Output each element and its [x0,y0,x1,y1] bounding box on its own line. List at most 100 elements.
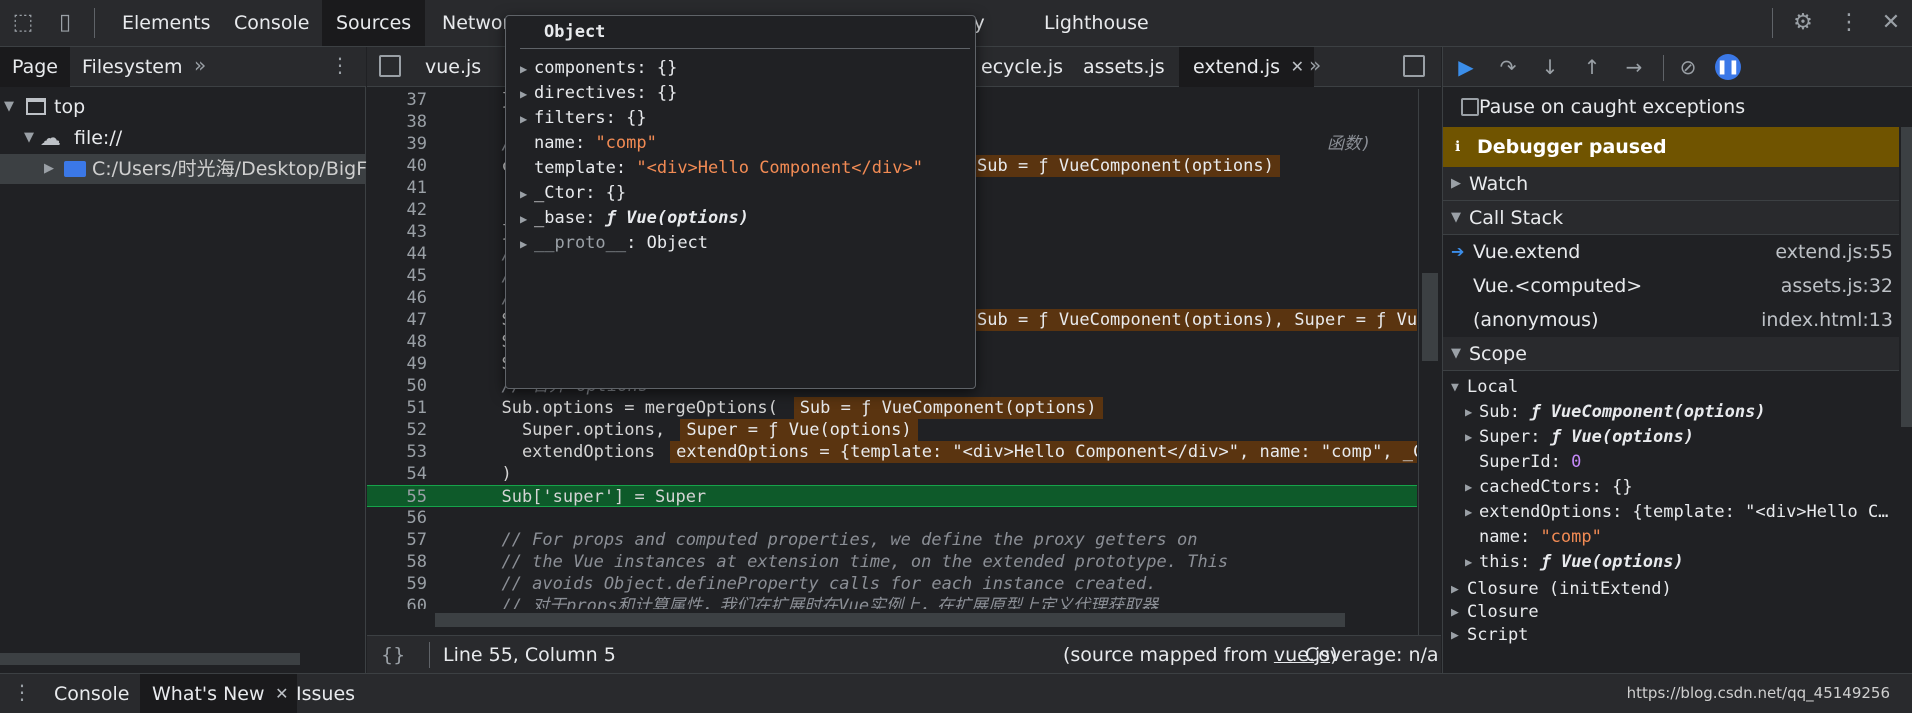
vertical-scrollbar[interactable] [1418,89,1441,635]
more-options-icon[interactable]: ⋮ [330,53,350,77]
scope-variable[interactable]: ▶ this: ƒ Vue(options) [1443,550,1899,575]
code-line[interactable]: 53 extendOptions extendOptions = {templat… [367,441,1417,463]
drawer-tab-whats-new[interactable]: What's New ✕ [140,674,297,713]
tree-item-folder[interactable]: ▶ C:/Users/时光海/Desktop/BigFron [0,154,397,184]
more-tabs-icon[interactable]: » [194,53,206,77]
line-number[interactable]: 38 [367,111,427,133]
close-icon[interactable]: ✕ [1878,10,1904,36]
code-line[interactable]: 60 // 对于props和计算属性，我们在扩展时在Vue实例上，在扩展原型上定… [367,595,1417,609]
file-tab-vue[interactable]: vue.js [411,47,495,87]
line-number[interactable]: 54 [367,463,427,485]
line-number[interactable]: 60 [367,595,427,609]
line-number[interactable]: 55 [367,486,427,508]
code-line[interactable]: 58 // the Vue instances at extension tim… [367,551,1417,573]
scope-variable[interactable]: ▶ cachedCtors: {} [1443,475,1899,500]
popover-property[interactable]: ▶ _base: ƒ Vue(options) [520,206,749,231]
line-number[interactable]: 47 [367,309,427,331]
line-number[interactable]: 40 [367,155,427,177]
call-frame[interactable]: (anonymous) index.html:13 [1443,303,1899,337]
line-number[interactable]: 46 [367,287,427,309]
more-tabs-icon[interactable]: » [1309,53,1321,77]
line-number[interactable]: 59 [367,573,427,595]
scope-closure[interactable]: ▶ Closure (initExtend) [1443,577,1899,602]
code-line[interactable]: 51 Sub.options = mergeOptions(Sub = ƒ Vu… [367,397,1417,419]
horizontal-scrollbar[interactable] [0,653,300,665]
drawer-tab-issues[interactable]: Issues [284,674,367,713]
popover-property[interactable]: ▶ directives: {} [520,81,677,106]
drawer-tab-console[interactable]: Console [42,674,141,713]
toggle-navigator-icon[interactable] [379,55,401,77]
deactivate-breakpoints-icon[interactable]: ⊘ [1675,54,1701,80]
gear-icon[interactable]: ⚙ [1790,10,1816,36]
line-number[interactable]: 49 [367,353,427,375]
line-number[interactable]: 58 [367,551,427,573]
checkbox[interactable] [1461,98,1479,116]
horizontal-scrollbar[interactable] [435,613,1345,627]
variable-colon: : [1509,402,1531,422]
step-into-icon[interactable]: ↓ [1537,54,1563,80]
expand-arrow-icon: ▶ [520,112,528,126]
file-tab-lifecycle[interactable]: ecycle.js [967,47,1077,87]
popover-property[interactable]: ▶ filters: {} [520,106,647,131]
tab-page[interactable]: Page [0,47,70,87]
line-number[interactable]: 48 [367,331,427,353]
line-number[interactable]: 57 [367,529,427,551]
pause-on-caught-exceptions[interactable]: Pause on caught exceptions [1443,87,1899,127]
file-tab-assets[interactable]: assets.js [1069,47,1179,87]
code-line[interactable]: 54 ) [367,463,1417,485]
tab-sources[interactable]: Sources [322,0,426,46]
line-number[interactable]: 45 [367,265,427,287]
line-number[interactable]: 39 [367,133,427,155]
pretty-print-button[interactable]: {} [381,636,405,674]
pause-on-exceptions-icon[interactable]: ❚❚ [1715,54,1741,80]
tab-filesystem[interactable]: Filesystem [70,47,194,87]
line-number[interactable]: 41 [367,177,427,199]
line-number[interactable]: 44 [367,243,427,265]
scrollbar-thumb[interactable] [1422,273,1438,361]
step-out-icon[interactable]: ↑ [1579,54,1605,80]
line-number[interactable]: 53 [367,441,427,463]
popover-property[interactable]: ▶ _Ctor: {} [520,181,626,206]
code-line[interactable]: 57 // For props and computed properties,… [367,529,1417,551]
scope-closure[interactable]: ▶ Script [1443,623,1899,648]
code-line[interactable]: 55 Sub['super'] = Super [367,485,1417,507]
sidebar-scrollbar[interactable] [1901,127,1912,427]
scope-closure[interactable]: ▶ Closure [1443,600,1899,625]
line-number[interactable]: 37 [367,89,427,111]
scope-variable[interactable]: ▶ extendOptions: {template: "<div>Hello C… [1443,500,1899,525]
more-options-icon[interactable]: ⋮ [1836,10,1862,36]
watermark-text: https://blog.csdn.net/qq_45149256 [1626,684,1890,702]
code-line[interactable]: 56 [367,507,1417,529]
line-number[interactable]: 56 [367,507,427,529]
scope-variable[interactable]: ▶ Sub: ƒ VueComponent(options) [1443,400,1899,425]
popover-property[interactable]: ▶ components: {} [520,56,677,81]
line-number[interactable]: 51 [367,397,427,419]
section-watch[interactable]: ▶ Watch [1443,167,1899,201]
scope-local[interactable]: ▼ Local [1443,375,1899,400]
line-number[interactable]: 50 [367,375,427,397]
device-toolbar-icon[interactable]: ▯ [52,10,78,36]
scope-variable[interactable]: ▶ Super: ƒ Vue(options) [1443,425,1899,450]
line-number[interactable]: 42 [367,199,427,221]
inspect-element-icon[interactable]: ⬚ [10,10,36,36]
code-line[interactable]: 59 // avoids Object.defineProperty calls… [367,573,1417,595]
resume-icon[interactable]: ▶ [1453,54,1479,80]
toggle-debugger-icon[interactable] [1403,55,1425,77]
expand-arrow-icon: ▶ [520,212,528,226]
close-tab-icon[interactable]: ✕ [1291,47,1304,87]
tab-elements[interactable]: Elements [108,0,225,46]
call-frame[interactable]: Vue.<computed> assets.js:32 [1443,269,1899,303]
line-number[interactable]: 52 [367,419,427,441]
code-line[interactable]: 52 Super.options, Super = ƒ Vue(options) [367,419,1417,441]
tab-console[interactable]: Console [220,0,323,46]
section-call-stack[interactable]: ▼ Call Stack [1443,201,1899,235]
line-number[interactable]: 43 [367,221,427,243]
section-scope[interactable]: ▼ Scope [1443,337,1899,371]
drawer-menu-icon[interactable]: ⋮ [12,680,32,704]
call-frame[interactable]: ➔ Vue.extend extend.js:55 [1443,235,1899,269]
file-tab-extend[interactable]: extend.js ✕ [1179,47,1315,87]
tab-lighthouse[interactable]: Lighthouse [1030,0,1163,46]
step-icon[interactable]: → [1621,54,1647,80]
step-over-icon[interactable]: ↷ [1495,54,1521,80]
popover-property[interactable]: ▶ __proto__: Object [520,231,708,256]
